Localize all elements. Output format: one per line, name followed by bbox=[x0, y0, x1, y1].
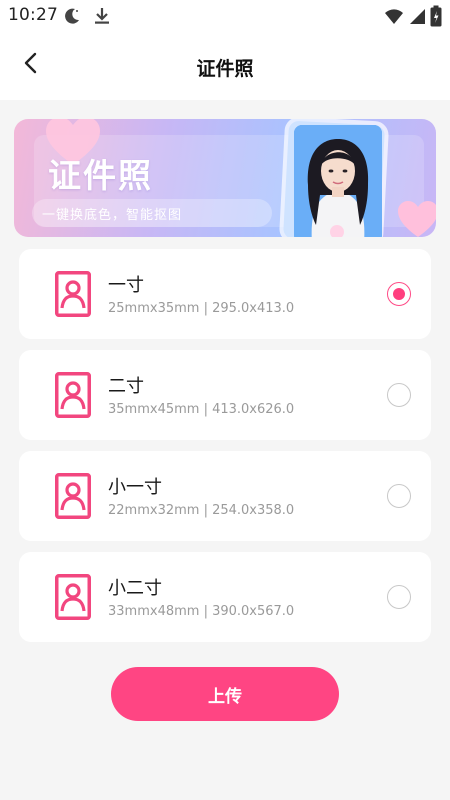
header: 证件照 bbox=[0, 32, 450, 100]
size-option-card[interactable]: 一寸 25mmx35mm | 295.0x413.0 bbox=[19, 249, 431, 339]
size-name: 小一寸 bbox=[108, 477, 162, 498]
id-photo-icon bbox=[55, 574, 91, 620]
status-bar: 10:27 bbox=[0, 0, 450, 32]
promo-banner[interactable]: 证件照 一键换底色，智能抠图 bbox=[14, 119, 436, 237]
banner-title: 证件照 bbox=[48, 156, 153, 195]
size-name: 小二寸 bbox=[108, 578, 162, 599]
page-title: 证件照 bbox=[196, 58, 254, 80]
battery-icon bbox=[430, 5, 442, 27]
wifi-icon bbox=[385, 9, 403, 24]
bubble-decoration bbox=[330, 225, 344, 237]
radio-unselected[interactable] bbox=[387, 383, 411, 407]
id-photo-icon bbox=[55, 473, 91, 519]
size-spec: 33mmx48mm | 390.0x567.0 bbox=[108, 604, 295, 619]
heart-icon bbox=[398, 201, 436, 237]
size-spec: 22mmx32mm | 254.0x358.0 bbox=[108, 503, 295, 518]
size-name: 一寸 bbox=[108, 275, 144, 296]
size-name: 二寸 bbox=[108, 376, 144, 397]
download-icon bbox=[95, 8, 109, 24]
moon-icon bbox=[65, 8, 79, 24]
portrait-photo bbox=[294, 125, 382, 237]
banner-subtitle: 一键换底色，智能抠图 bbox=[42, 208, 183, 223]
upload-button[interactable]: 上传 bbox=[111, 667, 339, 721]
screen: 10:27 证件照 证件照 一键换底色，智能抠图 一寸 25mmx35mm | … bbox=[0, 0, 450, 800]
radio-unselected[interactable] bbox=[387, 585, 411, 609]
id-photo-icon bbox=[55, 372, 91, 418]
signal-icon bbox=[410, 9, 425, 24]
size-option-card[interactable]: 二寸 35mmx45mm | 413.0x626.0 bbox=[19, 350, 431, 440]
size-spec: 35mmx45mm | 413.0x626.0 bbox=[108, 402, 295, 417]
size-option-card[interactable]: 小一寸 22mmx32mm | 254.0x358.0 bbox=[19, 451, 431, 541]
top-area: 10:27 证件照 bbox=[0, 0, 450, 100]
size-option-card[interactable]: 小二寸 33mmx48mm | 390.0x567.0 bbox=[19, 552, 431, 642]
id-photo-icon bbox=[55, 271, 91, 317]
size-spec: 25mmx35mm | 295.0x413.0 bbox=[108, 301, 295, 316]
radio-unselected[interactable] bbox=[387, 484, 411, 508]
radio-selected[interactable] bbox=[387, 282, 411, 306]
status-time: 10:27 bbox=[8, 5, 58, 25]
